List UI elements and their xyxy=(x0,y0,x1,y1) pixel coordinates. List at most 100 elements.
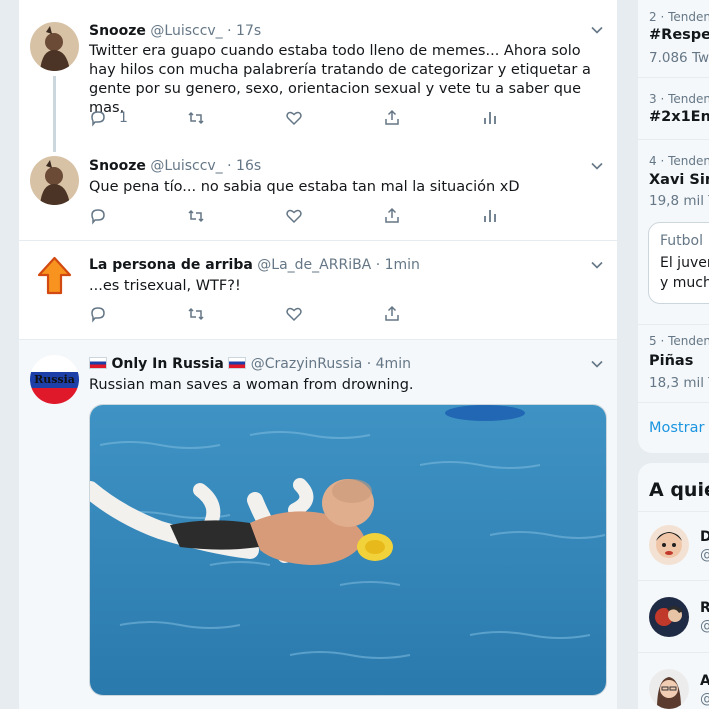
follow-handle: @ xyxy=(700,547,709,563)
timestamp[interactable]: · 17s xyxy=(227,23,261,39)
chevron-down-icon[interactable] xyxy=(589,356,605,372)
retweet-button[interactable] xyxy=(187,108,205,128)
trend-meta: 2 · Tendencias xyxy=(649,10,709,24)
tweet-text: ...es trisexual, WTF?! xyxy=(89,278,241,294)
timestamp[interactable]: · 4min xyxy=(367,356,411,372)
trend-name[interactable]: Xavi Simons xyxy=(649,172,709,188)
timestamp[interactable]: · 1min xyxy=(376,257,420,273)
divider xyxy=(638,324,709,325)
retweet-button[interactable] xyxy=(187,304,205,324)
like-button[interactable] xyxy=(285,108,303,128)
heart-icon xyxy=(286,307,302,322)
trend-name[interactable]: Piñas xyxy=(649,353,693,369)
tweet[interactable]: La persona de arriba @La_de_ARRiBA · 1mi… xyxy=(19,241,617,339)
share-icon xyxy=(385,207,399,223)
tweet[interactable]: Snooze @Luisccv_ · 17s Twitter era guapo… xyxy=(19,0,617,152)
timestamp[interactable]: · 16s xyxy=(227,158,261,174)
display-name[interactable]: Only In Russia xyxy=(111,356,223,372)
embed-line: El juvenil xyxy=(660,255,709,271)
reply-button[interactable]: 1 xyxy=(89,108,128,128)
display-name[interactable]: Snooze xyxy=(89,158,146,174)
trend-meta: 5 · Tendencias xyxy=(649,334,709,348)
analytics-icon xyxy=(484,210,496,222)
retweet-icon xyxy=(188,209,204,223)
like-button[interactable] xyxy=(285,304,303,324)
share-button[interactable] xyxy=(383,108,401,128)
trend-count: 7.086 Tweets xyxy=(649,50,709,66)
tweet-text: Russian man saves a woman from drowning. xyxy=(89,377,414,393)
tweet-actions: 1 xyxy=(89,108,509,128)
tweet-actions xyxy=(89,304,509,324)
share-icon xyxy=(385,305,399,321)
thread-line xyxy=(53,76,56,152)
reply-icon xyxy=(91,209,105,225)
avatar[interactable] xyxy=(30,251,79,300)
who-to-follow-panel: A quién seguir D @ R @ A @ xyxy=(638,463,709,709)
analytics-icon xyxy=(484,112,496,124)
heart-icon xyxy=(286,111,302,126)
follow-name[interactable]: D xyxy=(700,529,709,545)
trend-embedded-tweet[interactable]: Futbol El juvenil y mucho xyxy=(648,222,709,304)
divider xyxy=(638,511,709,512)
tweet-header: La persona de arriba @La_de_ARRiBA · 1mi… xyxy=(89,256,420,274)
reply-count: 1 xyxy=(119,110,128,126)
analytics-button[interactable] xyxy=(481,108,499,128)
avatar[interactable] xyxy=(649,597,689,637)
avatar[interactable] xyxy=(30,22,79,71)
trend-count: 18,3 mil Tweets xyxy=(649,375,709,391)
show-more-link[interactable]: Mostrar más xyxy=(649,420,709,436)
display-name[interactable]: Snooze xyxy=(89,23,146,39)
reply-button[interactable] xyxy=(89,206,107,226)
retweet-button[interactable] xyxy=(187,206,205,226)
tweet[interactable]: Russia Only In Russia @CrazyinRussia · 4… xyxy=(19,340,617,709)
tweet-text: Twitter era guapo cuando estaba todo lle… xyxy=(89,43,591,116)
divider xyxy=(638,652,709,653)
trend-meta: 4 · Tendencias xyxy=(649,154,709,168)
retweet-icon xyxy=(188,307,204,321)
divider xyxy=(638,77,709,78)
follow-handle: @ xyxy=(700,691,709,707)
avatar[interactable] xyxy=(649,669,689,709)
share-icon xyxy=(385,109,399,125)
trend-name[interactable]: #RespetaMiExistencia xyxy=(649,27,709,43)
tweet-actions xyxy=(89,206,509,226)
avatar-text: Russia xyxy=(34,373,75,386)
tweet-photo[interactable] xyxy=(89,404,607,696)
russia-flag-icon xyxy=(228,357,247,369)
username[interactable]: @Luisccv_ xyxy=(150,23,222,39)
display-name[interactable]: La persona de arriba xyxy=(89,257,253,273)
divider xyxy=(638,580,709,581)
follow-name[interactable]: A xyxy=(700,673,709,689)
avatar[interactable] xyxy=(649,525,689,565)
chevron-down-icon[interactable] xyxy=(589,158,605,174)
chevron-down-icon[interactable] xyxy=(589,257,605,273)
tweet-header: Snooze @Luisccv_ · 17s xyxy=(89,22,261,40)
username[interactable]: @La_de_ARRiBA xyxy=(257,257,371,273)
heart-icon xyxy=(286,209,302,224)
avatar[interactable] xyxy=(30,156,79,205)
username[interactable]: @Luisccv_ xyxy=(150,158,222,174)
chevron-down-icon[interactable] xyxy=(589,22,605,38)
reply-icon xyxy=(91,307,105,323)
tweet[interactable]: Snooze @Luisccv_ · 16s Que pena tío... n… xyxy=(19,148,617,240)
follow-name[interactable]: R xyxy=(700,600,709,616)
share-button[interactable] xyxy=(383,304,401,324)
tweet-text: Que pena tío... no sabia que estaba tan … xyxy=(89,179,520,195)
embed-line: y mucho xyxy=(660,275,709,291)
avatar[interactable]: Russia xyxy=(30,355,79,404)
like-button[interactable] xyxy=(285,206,303,226)
trends-panel: 2 · Tendencias #RespetaMiExistencia 7.08… xyxy=(638,0,709,453)
reply-button[interactable] xyxy=(89,304,107,324)
russia-flag-icon xyxy=(89,357,107,369)
trend-meta: 3 · Tendencias xyxy=(649,92,709,106)
retweet-icon xyxy=(188,111,204,125)
analytics-button[interactable] xyxy=(481,206,499,226)
reply-icon xyxy=(91,111,105,127)
right-sidebar: 2 · Tendencias #RespetaMiExistencia 7.08… xyxy=(638,0,709,709)
share-button[interactable] xyxy=(383,206,401,226)
tweet-header: Snooze @Luisccv_ · 16s xyxy=(89,157,261,175)
timeline: Snooze @Luisccv_ · 17s Twitter era guapo… xyxy=(18,0,618,709)
username[interactable]: @CrazyinRussia xyxy=(251,356,363,372)
embed-topic: Futbol xyxy=(660,233,703,249)
trend-name[interactable]: #2x1EnComida xyxy=(649,109,709,125)
